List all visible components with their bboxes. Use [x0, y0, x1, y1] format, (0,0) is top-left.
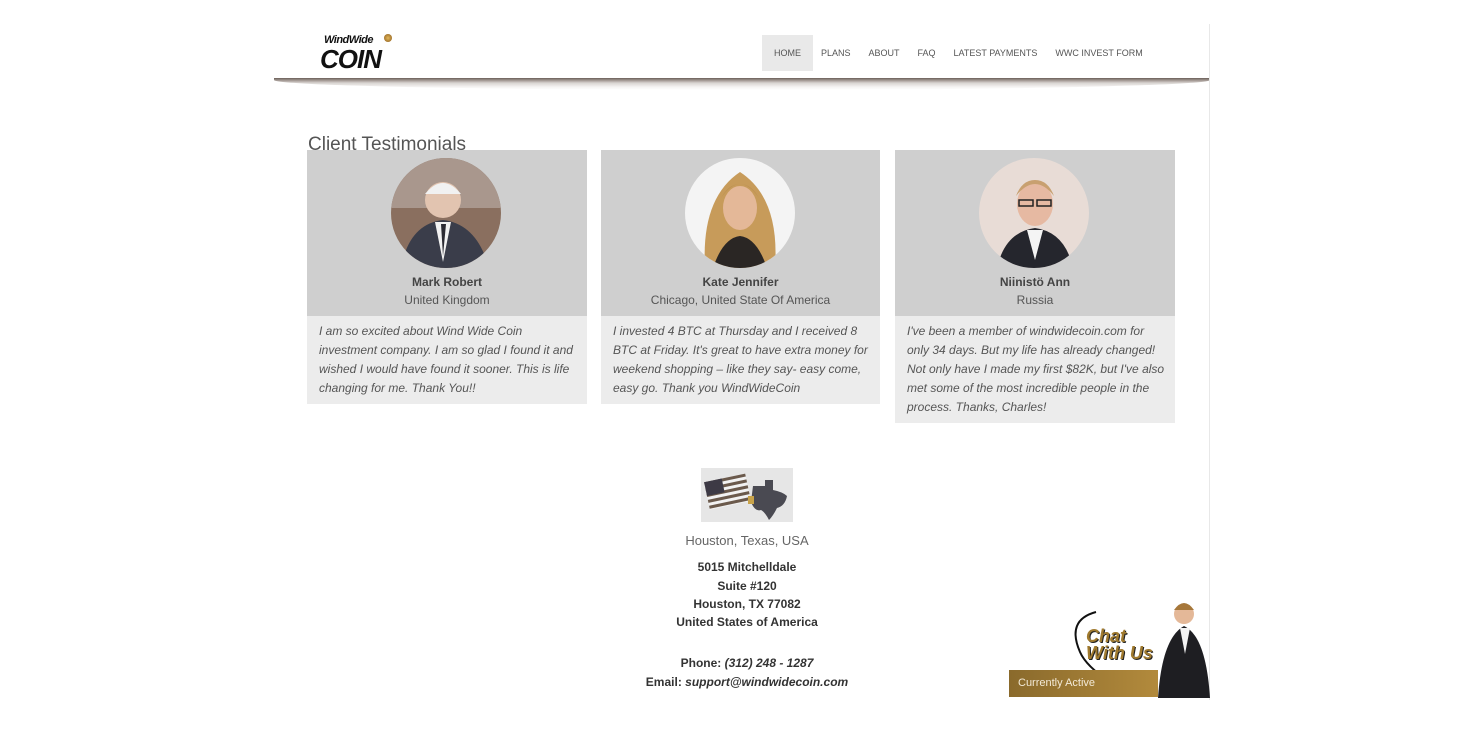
avatar — [685, 158, 795, 268]
office-city: Houston, Texas, USA — [685, 533, 809, 548]
site-logo[interactable]: WindWide COIN — [320, 34, 400, 74]
testimonial-location: Russia — [1016, 293, 1054, 307]
testimonial-name: Mark Robert — [411, 275, 482, 289]
avatar — [391, 158, 501, 268]
testimonial-location: Chicago, United State Of America — [650, 293, 831, 307]
testimonial-card: Kate Jennifer Chicago, United State Of A… — [601, 150, 880, 404]
testimonial-name: Niinistö Ann — [999, 275, 1071, 289]
chat-title: Chat With Us — [1086, 627, 1153, 663]
address-line-street: 5015 Mitchelldale — [697, 560, 797, 574]
testimonial-quote: I am so excited about Wind Wide Coin inv… — [307, 316, 587, 404]
testimonial-location: United Kingdom — [404, 293, 490, 307]
usa-texas-flag-image — [701, 468, 793, 522]
nav-item-plans[interactable]: PLANS — [815, 35, 858, 71]
avatar — [979, 158, 1089, 268]
nav-item-invest-form[interactable]: WWC INVEST FORM — [1048, 35, 1149, 71]
testimonial-name: Kate Jennifer — [702, 275, 779, 289]
testimonial-header: Kate Jennifer Chicago, United State Of A… — [601, 150, 880, 316]
testimonial-quote: I've been a member of windwidecoin.com f… — [895, 316, 1175, 423]
address-line-suite: Suite #120 — [717, 579, 777, 593]
email-label: Email: — [645, 675, 682, 689]
logo-main-text: COIN — [320, 44, 382, 74]
header-divider — [274, 78, 1210, 90]
testimonial-card: Mark Robert United Kingdom I am so excit… — [307, 150, 587, 404]
logo-coin-icon — [384, 34, 392, 42]
phone-label: Phone: — [680, 656, 722, 670]
testimonial-card: Niinistö Ann Russia I've been a member o… — [895, 150, 1175, 423]
testimonial-quote: I invested 4 BTC at Thursday and I recei… — [601, 316, 880, 404]
phone-number[interactable]: (312) 248 - 1287 — [725, 656, 814, 670]
testimonial-header: Niinistö Ann Russia — [895, 150, 1175, 316]
nav-item-faq[interactable]: FAQ — [911, 35, 943, 71]
main-nav: HOME PLANS ABOUT FAQ LATEST PAYMENTS WWC… — [762, 35, 1154, 71]
site-header: WindWide COIN HOME PLANS ABOUT FAQ LATES… — [274, 24, 1210, 78]
testimonial-header: Mark Robert United Kingdom — [307, 150, 587, 316]
chat-status-bar[interactable]: Currently Active — [1009, 670, 1158, 697]
nav-item-about[interactable]: ABOUT — [862, 35, 907, 71]
nav-item-latest-payments[interactable]: LATEST PAYMENTS — [947, 35, 1045, 71]
nav-item-home[interactable]: HOME — [762, 35, 813, 71]
chat-widget[interactable]: Chat With Us Currently Active — [1008, 598, 1210, 698]
chat-title-line2: With Us — [1086, 643, 1153, 663]
email-link[interactable]: support@windwidecoin.com — [685, 675, 848, 689]
